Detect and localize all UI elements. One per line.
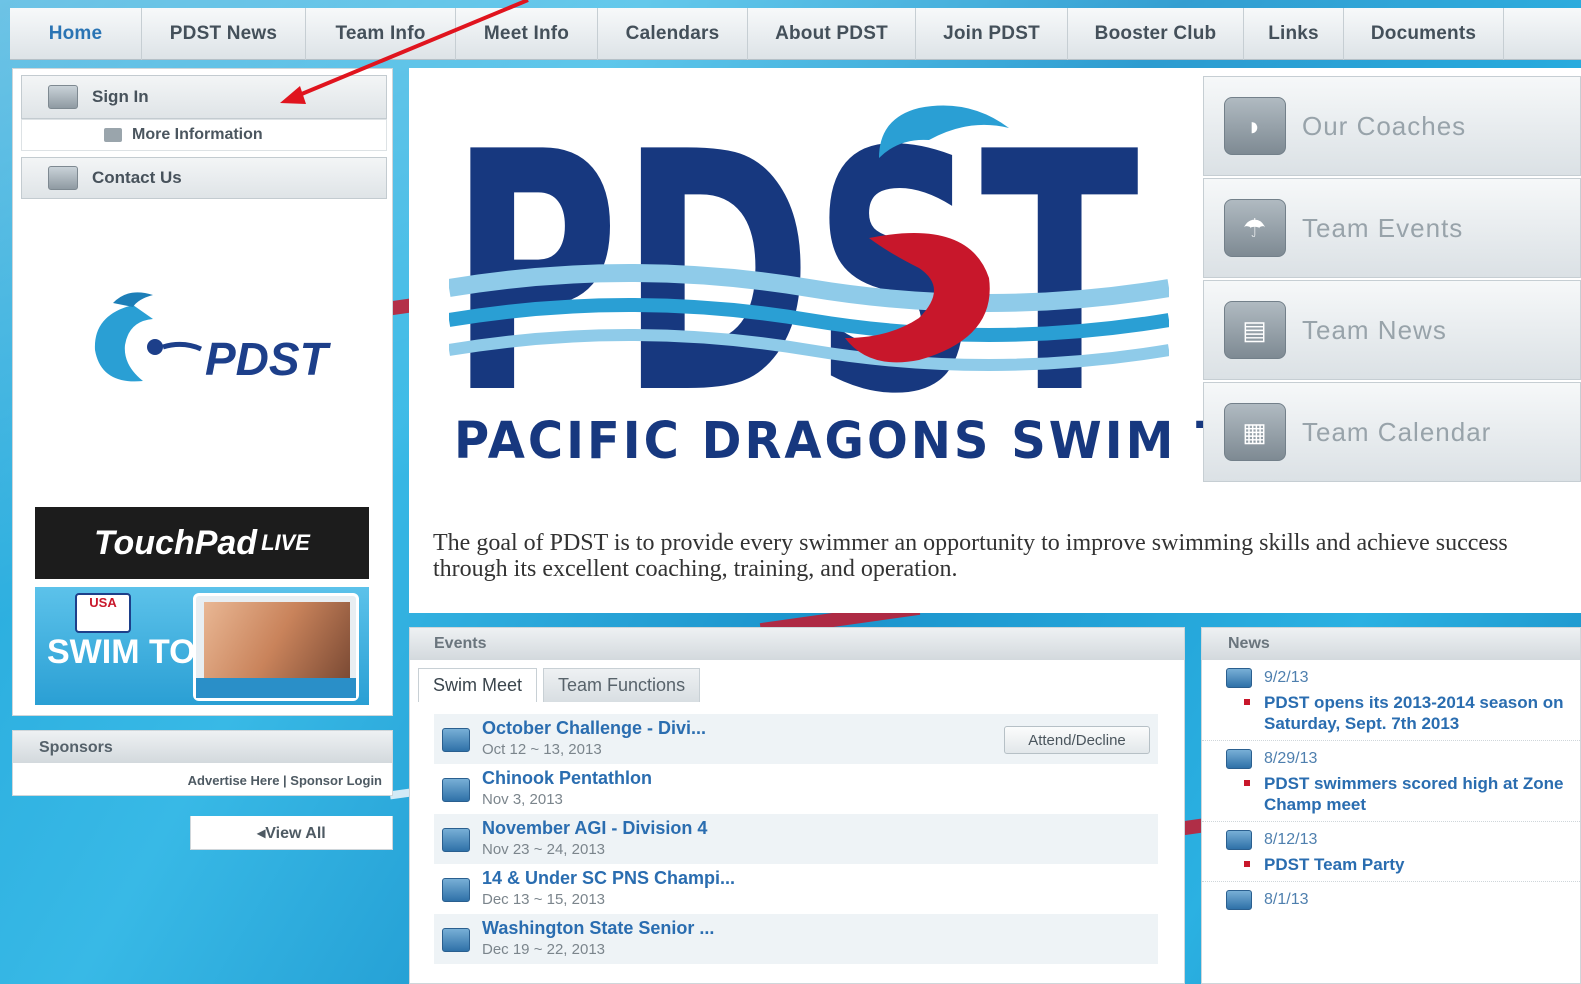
tab-team-functions[interactable]: Team Functions bbox=[543, 668, 701, 702]
event-title[interactable]: Washington State Senior ... bbox=[482, 918, 714, 939]
our-coaches-button[interactable]: ◗ Our Coaches bbox=[1203, 76, 1581, 176]
calendar-icon bbox=[1226, 830, 1252, 850]
nav-meet-info[interactable]: Meet Info bbox=[456, 8, 598, 60]
news-item: 8/29/13 PDST swimmers scored high at Zon… bbox=[1202, 741, 1580, 822]
swim-today-ad[interactable]: USA SWIM TODAY bbox=[35, 587, 369, 705]
nav-pdst-news[interactable]: PDST News bbox=[142, 8, 306, 60]
touchpad-live-ad[interactable]: TouchPad LIVE bbox=[35, 507, 369, 579]
team-events-label: Team Events bbox=[1302, 212, 1464, 243]
contact-us-button[interactable]: Contact Us bbox=[21, 157, 387, 199]
team-news-button[interactable]: ▤ Team News bbox=[1203, 280, 1581, 380]
team-news-label: Team News bbox=[1302, 314, 1447, 345]
nav-booster-club[interactable]: Booster Club bbox=[1068, 8, 1244, 60]
event-title[interactable]: Chinook Pentathlon bbox=[482, 768, 652, 789]
video-thumbnail[interactable] bbox=[193, 593, 359, 701]
view-all-sponsors-link[interactable]: ◂View All bbox=[190, 816, 393, 850]
event-date: Nov 23 ~ 24, 2013 bbox=[482, 841, 606, 858]
calendar-icon bbox=[442, 828, 470, 852]
goal-statement: The goal of PDST is to provide every swi… bbox=[433, 530, 1508, 582]
swimmer-photo bbox=[204, 602, 350, 678]
usa-swimming-badge: USA bbox=[75, 593, 131, 633]
svg-text:PDST: PDST bbox=[205, 333, 332, 385]
info-icon bbox=[104, 128, 122, 142]
news-item: 8/1/13 bbox=[1202, 882, 1580, 916]
calendar-icon bbox=[442, 778, 470, 802]
nav-links[interactable]: Links bbox=[1244, 8, 1344, 60]
news-title: News bbox=[1202, 628, 1580, 660]
events-panel: Events Swim Meet Team Functions October … bbox=[409, 627, 1185, 984]
newspaper-icon: ▤ bbox=[1224, 301, 1286, 359]
sponsors-title: Sponsors bbox=[13, 731, 392, 763]
calendar-icon bbox=[1226, 890, 1252, 910]
nav-join[interactable]: Join PDST bbox=[916, 8, 1068, 60]
touchpad-label: TouchPad bbox=[94, 523, 258, 562]
calendar-icon bbox=[1226, 749, 1252, 769]
our-coaches-label: Our Coaches bbox=[1302, 110, 1467, 141]
events-tabs: Swim Meet Team Functions bbox=[418, 668, 706, 702]
pdst-main-logo: PDST bbox=[449, 88, 1169, 418]
news-date: 8/29/13 bbox=[1264, 750, 1318, 767]
news-date: 8/12/13 bbox=[1264, 831, 1318, 848]
whistle-icon: ◗ bbox=[1224, 97, 1286, 155]
more-information-label: More Information bbox=[132, 126, 263, 143]
sign-in-icon bbox=[48, 85, 78, 109]
list-item[interactable]: November AGI - Division 4 Nov 23 ~ 24, 2… bbox=[434, 814, 1158, 864]
news-date: 8/1/13 bbox=[1264, 891, 1309, 908]
event-date: Oct 12 ~ 13, 2013 bbox=[482, 741, 602, 758]
video-controls bbox=[196, 678, 356, 698]
event-date: Dec 13 ~ 15, 2013 bbox=[482, 891, 606, 908]
event-date: Nov 3, 2013 bbox=[482, 791, 563, 808]
umbrella-icon: ☂ bbox=[1224, 199, 1286, 257]
event-date: Dec 19 ~ 22, 2013 bbox=[482, 941, 606, 958]
team-calendar-label: Team Calendar bbox=[1302, 416, 1492, 447]
calendar-icon bbox=[1226, 668, 1252, 688]
event-title[interactable]: October Challenge - Divi... bbox=[482, 718, 706, 739]
news-headline[interactable]: PDST Team Party bbox=[1242, 854, 1572, 875]
events-list: October Challenge - Divi... Oct 12 ~ 13,… bbox=[434, 714, 1158, 964]
left-panel: Sign In More Information Contact Us PDST… bbox=[12, 68, 393, 716]
team-events-button[interactable]: ☂ Team Events bbox=[1203, 178, 1581, 278]
nav-team-info[interactable]: Team Info bbox=[306, 8, 456, 60]
list-item[interactable]: Washington State Senior ... Dec 19 ~ 22,… bbox=[434, 914, 1158, 964]
contact-us-label: Contact Us bbox=[92, 168, 182, 187]
more-information-link[interactable]: More Information bbox=[21, 119, 387, 151]
nav-documents[interactable]: Documents bbox=[1344, 8, 1504, 60]
news-headline[interactable]: PDST swimmers scored high at Zone Champ … bbox=[1242, 773, 1572, 815]
list-item[interactable]: October Challenge - Divi... Oct 12 ~ 13,… bbox=[434, 714, 1158, 764]
events-title: Events bbox=[410, 628, 1184, 660]
attend-decline-button[interactable]: Attend/Decline bbox=[1004, 726, 1150, 754]
nav-about[interactable]: About PDST bbox=[748, 8, 916, 60]
envelope-icon bbox=[48, 166, 78, 190]
calendar-icon: ▦ bbox=[1224, 403, 1286, 461]
list-item[interactable]: Chinook Pentathlon Nov 3, 2013 bbox=[434, 764, 1158, 814]
sponsors-panel: Sponsors Advertise Here | Sponsor Login bbox=[12, 730, 393, 796]
news-date: 9/2/13 bbox=[1264, 669, 1309, 686]
sign-in-label: Sign In bbox=[92, 87, 149, 106]
quick-links: ◗ Our Coaches ☂ Team Events ▤ Team News … bbox=[1203, 76, 1581, 486]
nav-home[interactable]: Home bbox=[10, 8, 142, 60]
touchpad-live-label: LIVE bbox=[261, 530, 310, 555]
top-nav: Home PDST News Team Info Meet Info Calen… bbox=[10, 8, 1581, 60]
sign-in-button[interactable]: Sign In bbox=[21, 75, 387, 119]
calendar-icon bbox=[442, 878, 470, 902]
news-item: 8/12/13 PDST Team Party bbox=[1202, 822, 1580, 882]
sponsor-links[interactable]: Advertise Here | Sponsor Login bbox=[188, 773, 382, 788]
calendar-icon bbox=[442, 728, 470, 752]
news-headline[interactable]: PDST opens its 2013-2014 season on Satur… bbox=[1242, 692, 1572, 734]
team-calendar-button[interactable]: ▦ Team Calendar bbox=[1203, 382, 1581, 482]
nav-calendars[interactable]: Calendars bbox=[598, 8, 748, 60]
pdst-small-logo: PDST bbox=[94, 292, 332, 385]
calendar-icon bbox=[442, 928, 470, 952]
news-item: 9/2/13 PDST opens its 2013-2014 season o… bbox=[1202, 660, 1580, 741]
event-title[interactable]: 14 & Under SC PNS Champi... bbox=[482, 868, 735, 889]
event-title[interactable]: November AGI - Division 4 bbox=[482, 818, 707, 839]
news-panel: News 9/2/13 PDST opens its 2013-2014 sea… bbox=[1201, 627, 1581, 984]
list-item[interactable]: 14 & Under SC PNS Champi... Dec 13 ~ 15,… bbox=[434, 864, 1158, 914]
tab-swim-meet[interactable]: Swim Meet bbox=[418, 668, 538, 702]
